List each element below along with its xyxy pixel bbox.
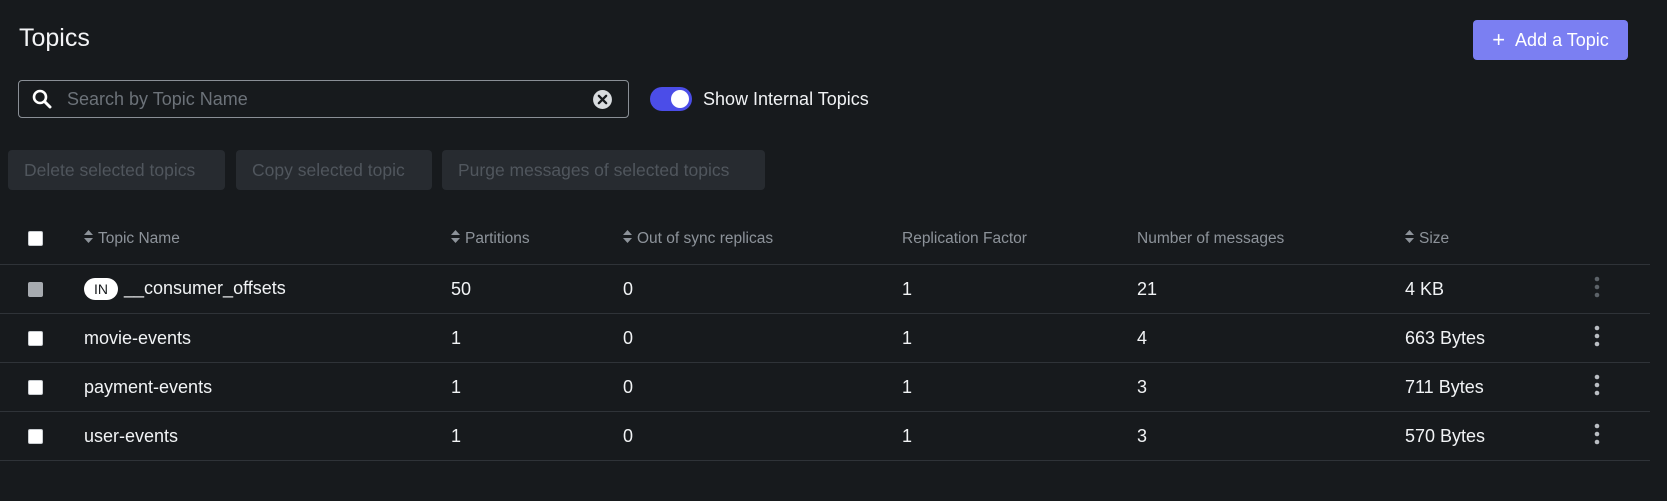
messages-cell: 4 — [1137, 313, 1405, 363]
replication-factor-cell: 1 — [902, 264, 1137, 314]
actions-header — [1580, 214, 1650, 265]
column-header-topic-name[interactable]: Topic Name — [84, 214, 451, 265]
partitions-cell: 1 — [451, 411, 623, 461]
column-header-number-of-messages: Number of messages — [1137, 214, 1405, 265]
row-actions-cell — [1580, 264, 1650, 314]
row-checkbox[interactable] — [28, 429, 43, 445]
select-all-checkbox[interactable] — [28, 231, 43, 247]
sort-icon — [451, 229, 460, 248]
messages-cell: 21 — [1137, 264, 1405, 314]
size-cell: 570 Bytes — [1405, 411, 1580, 461]
topic-name-cell: IN __consumer_offsets — [84, 264, 451, 314]
row-select-cell — [0, 362, 84, 412]
replication-factor-cell: 1 — [902, 411, 1137, 461]
internal-badge: IN — [84, 278, 118, 301]
row-checkbox[interactable] — [28, 380, 43, 396]
row-checkbox — [28, 282, 43, 298]
table-row: user-events 1 0 1 3 570 Bytes — [0, 411, 1650, 461]
replication-factor-cell: 1 — [902, 362, 1137, 412]
copy-selected-topic-button[interactable]: Copy selected topic — [236, 150, 432, 190]
table-row: IN __consumer_offsets 50 0 1 21 4 KB — [0, 264, 1650, 314]
search-icon — [32, 88, 54, 110]
column-label: Size — [1419, 230, 1450, 248]
clear-search-icon[interactable] — [592, 88, 614, 110]
page-title: Topics — [19, 24, 90, 52]
partitions-cell: 50 — [451, 264, 623, 314]
table-header-row: Topic Name Partitions Out of sync replic… — [0, 214, 1650, 265]
row-actions-cell — [1580, 362, 1650, 412]
column-label: Replication Factor — [902, 230, 1027, 247]
messages-cell: 3 — [1137, 362, 1405, 412]
topic-name-cell: user-events — [84, 411, 451, 461]
row-actions-cell — [1580, 313, 1650, 363]
topic-name-link[interactable]: payment-events — [84, 377, 212, 397]
topic-name-link[interactable]: user-events — [84, 426, 178, 446]
show-internal-topics: Show Internal Topics — [650, 87, 869, 111]
column-label: Topic Name — [98, 230, 180, 248]
more-options-icon[interactable] — [1594, 325, 1600, 352]
show-internal-topics-toggle[interactable] — [650, 87, 692, 111]
toggle-knob — [671, 90, 689, 108]
out-of-sync-cell: 0 — [623, 411, 902, 461]
search-box — [18, 80, 629, 118]
topic-name-link[interactable]: movie-events — [84, 328, 191, 348]
select-all-cell — [0, 214, 84, 265]
column-label: Partitions — [465, 230, 530, 248]
row-actions-cell — [1580, 411, 1650, 461]
sort-icon — [84, 229, 93, 248]
messages-cell: 3 — [1137, 411, 1405, 461]
add-topic-button[interactable]: + Add a Topic — [1473, 20, 1628, 60]
show-internal-topics-label: Show Internal Topics — [703, 88, 869, 109]
out-of-sync-cell: 0 — [623, 313, 902, 363]
replication-factor-cell: 1 — [902, 313, 1137, 363]
column-label: Out of sync replicas — [637, 230, 774, 248]
add-topic-label: Add a Topic — [1515, 29, 1609, 50]
out-of-sync-cell: 0 — [623, 362, 902, 412]
partitions-cell: 1 — [451, 313, 623, 363]
size-cell: 4 KB — [1405, 264, 1580, 314]
more-options-icon[interactable] — [1594, 423, 1600, 450]
table-row: payment-events 1 0 1 3 711 Bytes — [0, 362, 1650, 412]
row-select-cell — [0, 411, 84, 461]
column-header-size[interactable]: Size — [1405, 214, 1580, 265]
column-header-partitions[interactable]: Partitions — [451, 214, 623, 265]
more-options-icon[interactable] — [1594, 276, 1600, 303]
row-select-cell — [0, 313, 84, 363]
delete-selected-topics-button[interactable]: Delete selected topics — [8, 150, 225, 190]
more-options-icon[interactable] — [1594, 374, 1600, 401]
plus-icon: + — [1492, 27, 1506, 52]
sort-icon — [623, 229, 632, 248]
topic-name-cell: movie-events — [84, 313, 451, 363]
column-header-replication-factor: Replication Factor — [902, 214, 1137, 265]
search-input[interactable] — [65, 87, 592, 111]
topic-name-cell: payment-events — [84, 362, 451, 412]
size-cell: 663 Bytes — [1405, 313, 1580, 363]
column-header-out-of-sync-replicas[interactable]: Out of sync replicas — [623, 214, 902, 265]
row-checkbox[interactable] — [28, 331, 43, 347]
purge-messages-button[interactable]: Purge messages of selected topics — [442, 150, 765, 190]
table-row: movie-events 1 0 1 4 663 Bytes — [0, 313, 1650, 363]
partitions-cell: 1 — [451, 362, 623, 412]
size-cell: 711 Bytes — [1405, 362, 1580, 412]
topics-table: Topic Name Partitions Out of sync replic… — [0, 214, 1650, 461]
row-select-cell — [0, 264, 84, 314]
column-label: Number of messages — [1137, 230, 1285, 247]
out-of-sync-cell: 0 — [623, 264, 902, 314]
topic-name-link[interactable]: __consumer_offsets — [124, 278, 286, 298]
sort-icon — [1405, 229, 1414, 248]
